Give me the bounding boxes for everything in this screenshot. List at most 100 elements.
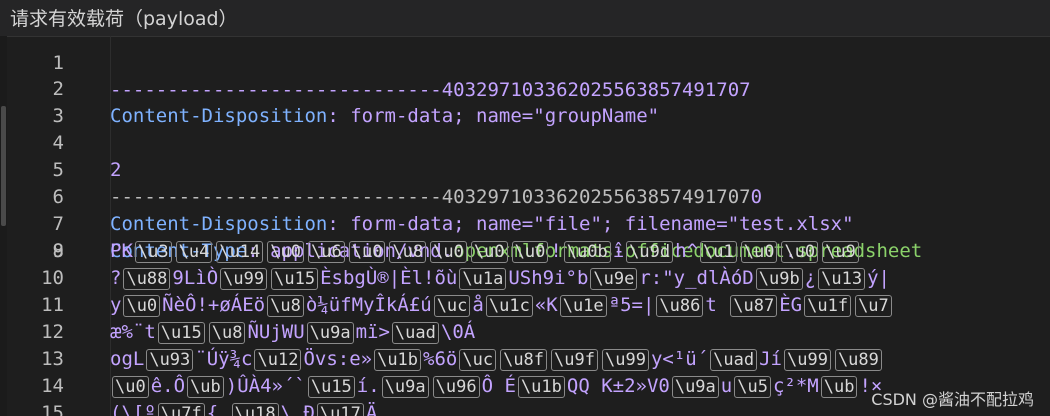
escape-box: \u4 (175, 241, 213, 263)
escape-box: \u9 (822, 241, 859, 263)
escape-box: \u0 (348, 241, 386, 263)
binary-text: Ä (365, 402, 378, 416)
escape-box: \ub (820, 376, 858, 398)
binary-text: ç²*M (772, 375, 819, 397)
code-line: 2 Content-Disposition: form-data; name="… (12, 49, 1050, 127)
line-number: 15 (41, 402, 64, 416)
escape-box: \u99 (220, 268, 268, 290)
code-line: 4 2 (12, 103, 1050, 181)
code-line: 6 Content-Disposition: form-data; name="… (12, 157, 1050, 235)
binary-text: %6ö (423, 348, 458, 370)
code-line: 7 Content-Type: application/vnd.openxmlf… (12, 184, 1050, 262)
binary-text: USh9i°b (508, 267, 589, 289)
binary-text: (\[º (110, 402, 156, 416)
binary-text: æ%¨t (110, 321, 156, 343)
code-line: 10? \u88 9LìÒ \u99 \u15 ÈsbgÙ®|Èl!õù \u1a USh9i… (12, 265, 1050, 292)
binary-text: PK (110, 240, 133, 262)
binary-text: ÑUjWU (247, 321, 305, 343)
line-number: 10 (41, 267, 64, 289)
escape-box: \ub (187, 376, 224, 398)
code-line: 5 -----------------------------403297103… (12, 130, 1050, 208)
code-line: 1 -----------------------------403297103… (12, 36, 1050, 101)
escape-box: \u86 (656, 295, 704, 317)
binary-text: t (705, 294, 729, 316)
escape-box: \u99 (601, 349, 649, 371)
payload-editor[interactable]: 1 -----------------------------403297103… (12, 36, 1050, 416)
escape-box: \u93 (146, 349, 194, 371)
escape-box: \u9f (551, 349, 598, 371)
binary-text: Övs:e» (303, 348, 373, 370)
escape-box: \u0 (511, 241, 549, 263)
code-line: 11 y \u0 ÑèÔ!+øÁEö \u8 ò¼üfMyÎkÁ£ú \uc å \u1c «K \… (12, 292, 1050, 319)
escape-box: \u17 (316, 403, 364, 416)
binary-text: y (110, 294, 122, 316)
escape-box: \u1b (517, 376, 565, 398)
escape-box: \u14 (216, 241, 264, 263)
escape-box: \u0b (563, 241, 611, 263)
binary-text: r:"y_dlÀóD (639, 267, 754, 289)
escape-box: \u9d (626, 241, 674, 263)
code-line: 9 PK \u3 \u4 \u14 \u0 \u6 \u0 \u8 \u0 \u0 \u0! \u0b î… (12, 238, 1050, 265)
escape-box: \u96 (432, 376, 480, 398)
escape-box: \uad (391, 322, 439, 344)
binary-text: ¨Úÿ¾c (195, 348, 253, 370)
binary-text: u (720, 375, 733, 397)
escape-box: \u1 (700, 241, 737, 263)
escape-box: \u9a (381, 376, 429, 398)
escape-box: \u88 (123, 268, 171, 290)
escape-box: \uad (710, 349, 758, 371)
line-text: \u0 ê.Ô \ub)ÛÀ4»´` \u15 í. \u9a \u96 Ô É \u1b QQ … (110, 373, 882, 400)
binary-text: \ Ð (280, 402, 315, 416)
binary-text: y<¹ü´ (650, 348, 709, 370)
binary-text: h^ (675, 240, 699, 262)
line-number: 13 (41, 348, 64, 370)
escape-box: \u9e (590, 268, 638, 290)
binary-text: Ô É (481, 375, 516, 397)
code-line: 3 (12, 76, 1050, 127)
escape-box: \u15 (307, 376, 355, 398)
escape-box: \u7f (157, 403, 205, 416)
line-text: æ%¨t \u15 \u8 ÑUjWU \u9a mï> \uad \0Á (110, 319, 475, 346)
binary-text: í. (356, 375, 380, 397)
escape-box: \u13 (818, 268, 866, 290)
escape-box: \u0 (112, 376, 149, 398)
binary-text: mï> (355, 321, 390, 343)
escape-box: \u0 (740, 241, 778, 263)
line-text: ogL \u93 ¨Úÿ¾c \u12 Övs:e» \u1b %6ö \uc \u8f \u9f… (110, 346, 884, 373)
line-text: PK \u3 \u4 \u14 \u0 \u6 \u0 \u8 \u0 \u0 \u0! \u0b î \… (110, 238, 861, 265)
escape-box: \u0 (781, 241, 819, 263)
payload-header: 请求有效载荷（payload） (0, 0, 1050, 37)
escape-box: \u9a (671, 376, 719, 398)
binary-text: {. (206, 402, 230, 416)
binary-text: )ÛÀ4»´` (225, 375, 306, 397)
line-number: 12 (41, 321, 64, 343)
vertical-scrollbar[interactable] (0, 36, 7, 416)
escape-box: \u15 (271, 268, 319, 290)
binary-text: 9LìÒ (172, 267, 219, 289)
escape-box: \u1f (804, 295, 852, 317)
escape-box: \u12 (254, 349, 302, 371)
escape-box: \u8 (208, 322, 246, 344)
escape-box: \u99 (783, 349, 831, 371)
escape-box: \u0 (123, 295, 161, 317)
escape-box: \uc (433, 295, 471, 317)
line-text: (\[º \u7f {. \u18 \ Ð \u17 Ä (110, 400, 377, 416)
escape-box: \u1b (374, 349, 422, 371)
escape-box: \u6 (308, 241, 345, 263)
escape-box: \u5 (734, 376, 771, 398)
escape-box: \u0 (430, 241, 467, 263)
scrollbar-thumb[interactable] (1, 106, 6, 226)
binary-text: ò¼üfMyÎkÁ£ú (305, 294, 432, 316)
binary-text: ý| (867, 267, 890, 289)
line-number: 9 (52, 240, 64, 262)
binary-text: «K (534, 294, 558, 316)
escape-box: \u8 (389, 241, 427, 263)
binary-text: ¿ (804, 267, 817, 289)
escape-box: \u3 (134, 241, 172, 263)
escape-box: \u0 (470, 241, 508, 263)
code-line: 8 (12, 211, 1050, 262)
escape-box: \u8 (267, 295, 304, 317)
line-text: y \u0 ÑèÔ!+øÁEö \u8 ò¼üfMyÎkÁ£ú \uc å \u1c «K \u1… (110, 292, 894, 319)
binary-text: \0Á (440, 321, 476, 343)
binary-text: ª5=| (608, 294, 655, 316)
